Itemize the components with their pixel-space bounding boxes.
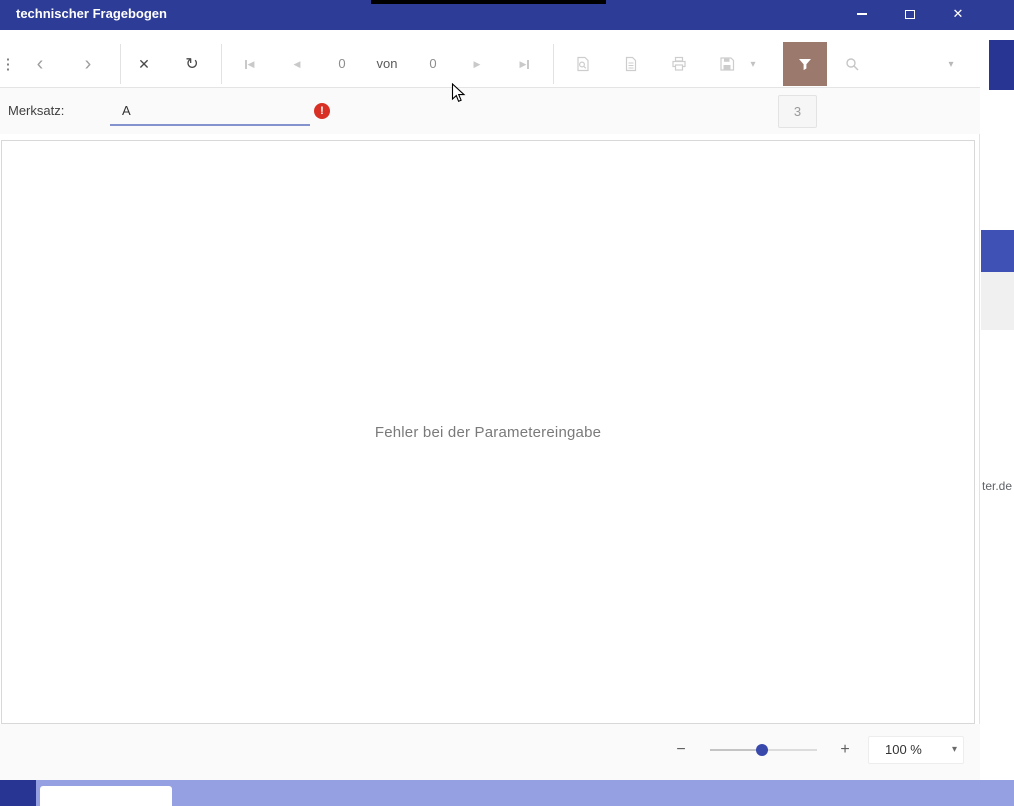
minimize-icon [857, 13, 867, 15]
previous-page-icon: ◀ [293, 58, 301, 69]
zoom-in-button[interactable]: + [833, 738, 857, 762]
search-button[interactable] [836, 48, 868, 80]
previous-page-button[interactable]: ◀ [281, 48, 313, 80]
maximize-button[interactable] [893, 0, 927, 28]
search-input[interactable] [868, 52, 938, 76]
zoom-slider-fill [710, 749, 762, 751]
maximize-icon [905, 9, 915, 19]
background-partial-text: ter.de [982, 479, 1013, 493]
toolbar: ⋮ ‹ › ✕ ↻ ◀ ◀ 0 von 0 ▶ ▶ ▾ ▾ [0, 30, 980, 88]
search-dropdown-button[interactable]: ▾ [944, 48, 958, 80]
filter-button[interactable] [783, 42, 827, 86]
background-window-fragment-blue [981, 230, 1014, 272]
chevron-down-icon: ▾ [948, 58, 954, 70]
report-viewer-dialog: ⋮ ‹ › ✕ ↻ ◀ ◀ 0 von 0 ▶ ▶ ▾ ▾ Merksatz: … [0, 30, 980, 780]
zoom-level-value: 100 % [885, 742, 922, 757]
next-page-icon: ▶ [473, 58, 481, 69]
zoom-out-icon: − [676, 741, 686, 758]
document-view-button[interactable] [615, 48, 647, 80]
error-message: Fehler bei der Parametereingabe [374, 423, 602, 441]
background-tab[interactable] [40, 786, 172, 806]
merksatz-label: Merksatz: [8, 103, 65, 118]
window-title: technischer Fragebogen [16, 6, 167, 21]
stop-icon: ✕ [138, 55, 150, 72]
screen: technischer Fragebogen ✕ ⋮ ‹ › ✕ ↻ ◀ ◀ 0… [0, 0, 1014, 806]
back-icon: ‹ [36, 53, 44, 75]
back-button[interactable]: ‹ [24, 48, 56, 80]
total-pages-field[interactable]: 0 [413, 48, 453, 80]
refresh-button[interactable]: ↻ [176, 48, 208, 80]
merksatz-input[interactable] [110, 96, 310, 126]
titlebar[interactable]: technischer Fragebogen ✕ [0, 0, 1014, 30]
toolbar-separator [120, 44, 121, 84]
close-icon: ✕ [952, 6, 964, 21]
stop-button[interactable]: ✕ [128, 48, 160, 80]
zoom-dropdown-icon: ▾ [951, 744, 957, 755]
save-export-button[interactable] [711, 48, 743, 80]
background-window-fragment-dark [989, 40, 1014, 90]
zoom-level-dropdown[interactable]: 100 % ▾ [868, 736, 964, 764]
search-icon [846, 58, 859, 71]
print-icon [672, 56, 686, 71]
page-setup-button[interactable] [567, 48, 599, 80]
forward-button[interactable]: › [72, 48, 104, 80]
page-setup-icon [577, 56, 589, 72]
report-content-area: Fehler bei der Parametereingabe [1, 140, 975, 724]
page-of-label: von [376, 56, 398, 71]
overflow-menu-button[interactable]: ⋮ [0, 48, 16, 80]
last-page-button[interactable]: ▶ [509, 48, 541, 80]
print-button[interactable] [663, 48, 695, 80]
save-icon [720, 57, 735, 71]
statusbar: − + 100 % ▾ [0, 724, 980, 780]
forward-icon: › [84, 53, 92, 75]
background-bottom-strip [36, 780, 1014, 806]
filter-icon [799, 59, 811, 71]
zoom-in-icon: + [840, 741, 850, 758]
background-window-fragment-gray [981, 272, 1014, 330]
first-page-button[interactable]: ◀ [233, 48, 265, 80]
toolbar-separator [553, 44, 554, 84]
zoom-slider-handle[interactable] [756, 744, 768, 756]
close-button[interactable]: ✕ [941, 0, 975, 28]
mouse-cursor [451, 83, 466, 103]
refresh-icon: ↻ [185, 56, 199, 73]
save-dropdown-icon: ▾ [750, 58, 756, 70]
background-taskbar-corner [0, 780, 36, 806]
save-dropdown-button[interactable]: ▾ [745, 48, 761, 80]
document-icon [625, 56, 637, 72]
zoom-out-button[interactable]: − [669, 738, 693, 762]
validation-error-icon: ! [314, 103, 330, 119]
next-page-button[interactable]: ▶ [461, 48, 493, 80]
parameter-panel: Merksatz: ! 3 [0, 88, 980, 134]
menu-dots-icon: ⋮ [0, 56, 16, 73]
last-page-icon: ▶ [520, 59, 531, 70]
current-page-field[interactable]: 0 [322, 48, 362, 80]
minimize-button[interactable] [845, 0, 879, 28]
parameter-panel-toggle-button[interactable]: 3 [778, 95, 817, 128]
toolbar-separator [221, 44, 222, 84]
background-black-strip [371, 0, 606, 4]
first-page-icon: ◀ [244, 59, 254, 70]
